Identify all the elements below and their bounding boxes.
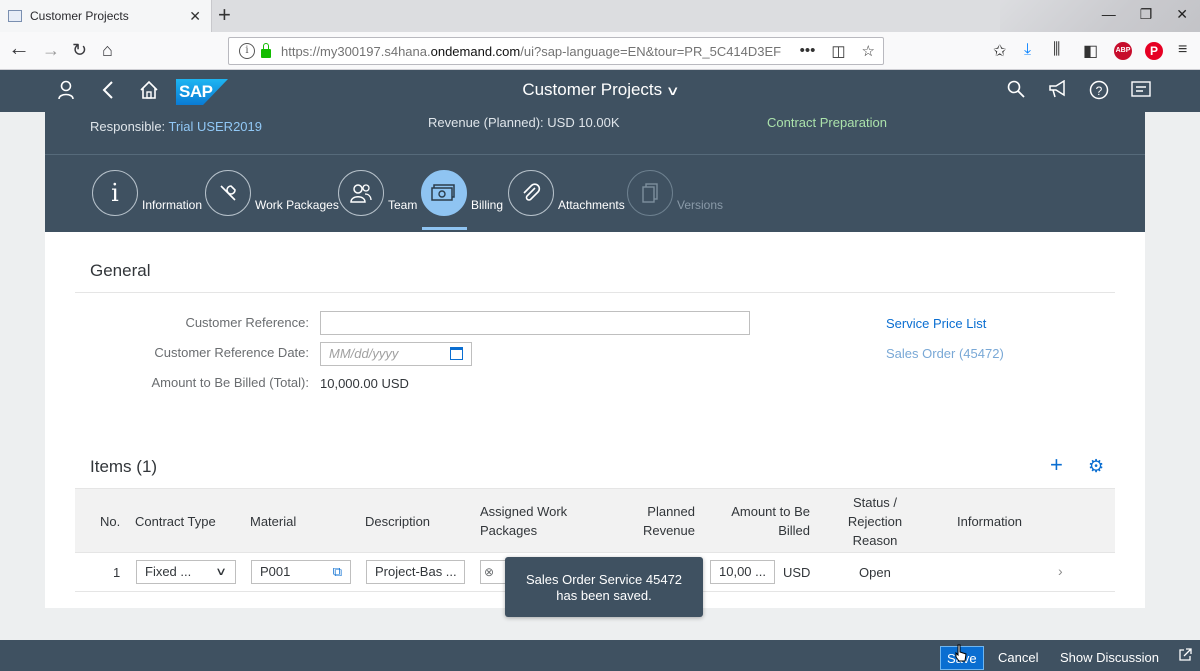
column-header-planned-revenue: Planned Revenue: [642, 504, 695, 538]
anchor-billing[interactable]: Billing: [421, 170, 503, 216]
adblock-icon[interactable]: ABP: [1114, 42, 1132, 60]
chevron-down-icon[interactable]: ∨: [666, 83, 680, 99]
row-navigation-chevron-icon[interactable]: ›: [1058, 563, 1063, 579]
browser-tab-title: Customer Projects: [30, 9, 129, 23]
info-icon: i: [92, 170, 138, 216]
help-icon[interactable]: ?: [1089, 80, 1109, 105]
anchor-team[interactable]: Team: [338, 170, 417, 216]
remove-token-icon[interactable]: ⊗: [484, 565, 494, 579]
library-icon[interactable]: ⫼: [1053, 41, 1060, 59]
site-info-icon[interactable]: i: [239, 43, 255, 59]
calendar-icon[interactable]: [450, 347, 463, 360]
service-price-list-link[interactable]: Service Price List: [886, 316, 986, 331]
value-help-icon[interactable]: ⧉: [333, 561, 342, 583]
new-tab-button[interactable]: +: [218, 4, 231, 26]
header-divider: [45, 154, 1145, 155]
bookmark-star-icon[interactable]: ☆: [862, 42, 875, 60]
customer-reference-date-input[interactable]: MM/dd/yyyy: [320, 342, 472, 366]
back-arrow-icon[interactable]: ←: [8, 37, 30, 59]
description-input[interactable]: Project-Bas ...: [366, 560, 465, 584]
sidebar-icon[interactable]: ◧: [1083, 41, 1098, 61]
search-icon[interactable]: [1007, 80, 1025, 103]
add-item-icon[interactable]: +: [1050, 454, 1063, 476]
column-header-contract-type: Contract Type: [135, 514, 216, 529]
responsible-link[interactable]: Trial USER2019: [169, 119, 262, 134]
pocket-icon[interactable]: ◫: [831, 42, 845, 60]
pinterest-icon[interactable]: P: [1145, 42, 1163, 60]
window-controls: — ❐ ✕: [1102, 6, 1188, 23]
toast-message: Sales Order Service 45472 has been saved…: [505, 557, 703, 617]
responsible-field: Responsible: Trial USER2019: [90, 119, 262, 134]
page-favicon-icon: [8, 10, 22, 22]
contract-type-select[interactable]: Fixed ... ∨: [136, 560, 236, 584]
mouse-cursor-icon: [955, 644, 967, 662]
general-section-title: General: [90, 261, 151, 280]
versions-icon: [627, 170, 673, 216]
items-table-header: No. Contract Type Material Description A…: [75, 488, 1115, 553]
status-field: Contract Preparation: [767, 115, 887, 130]
url-actions: ••• ◫ ☆: [800, 42, 875, 60]
show-discussion-button[interactable]: Show Discussion: [1060, 646, 1159, 670]
amount-to-be-billed-label: Amount to Be Billed (Total):: [151, 375, 309, 390]
row-number: 1: [113, 565, 121, 580]
customer-reference-date-label: Customer Reference Date:: [154, 345, 309, 360]
customer-reference-input[interactable]: [320, 311, 750, 335]
wrench-icon: [205, 170, 251, 216]
column-header-assigned-work-packages: Assigned Work Packages: [480, 504, 568, 538]
forward-arrow-icon[interactable]: →: [42, 40, 60, 60]
url-text[interactable]: https://my300197.s4hana.ondemand.com/ui?…: [281, 44, 801, 59]
minimize-icon[interactable]: —: [1102, 6, 1116, 23]
column-header-no: No.: [100, 514, 121, 529]
download-icon[interactable]: ⤓: [1024, 41, 1031, 59]
status-text: Contract Preparation: [767, 115, 887, 130]
reload-icon[interactable]: ↻: [72, 40, 87, 60]
notifications-list-icon[interactable]: [1131, 80, 1151, 103]
object-header: Responsible: Trial USER2019 Revenue (Pla…: [45, 112, 1145, 232]
anchor-versions[interactable]: Versions: [627, 170, 723, 216]
svg-text:?: ?: [1096, 84, 1103, 98]
page-actions-icon[interactable]: •••: [800, 42, 816, 60]
chevron-down-icon[interactable]: ∨: [215, 561, 227, 583]
menu-icon[interactable]: ≡: [1178, 41, 1187, 59]
team-icon: [338, 170, 384, 216]
anchor-attachments[interactable]: Attachments: [508, 170, 625, 216]
column-header-material: Material: [250, 514, 297, 529]
footer-toolbar: Save Cancel Show Discussion: [0, 640, 1200, 671]
cancel-button[interactable]: Cancel: [998, 646, 1038, 670]
customer-reference-label: Customer Reference:: [185, 315, 309, 330]
money-bills-icon: [421, 170, 467, 216]
url-bar[interactable]: i https://my300197.s4hana.ondemand.com/u…: [228, 37, 884, 65]
maximize-icon[interactable]: ❐: [1140, 6, 1153, 23]
currency-text: USD: [783, 565, 811, 580]
column-header-amount-to-be-billed: Amount to Be Billed: [731, 504, 810, 538]
browser-tab[interactable]: Customer Projects ✕: [0, 0, 212, 32]
lock-icon: [261, 42, 271, 58]
sap-shell-bar: SAP Customer Projects ∨ ?: [0, 70, 1200, 112]
column-header-description: Description: [365, 514, 431, 529]
home-icon[interactable]: ⌂: [102, 40, 113, 60]
active-anchor-indicator: [422, 227, 467, 230]
paperclip-icon: [508, 170, 554, 216]
anchor-work-packages[interactable]: Work Packages: [205, 170, 339, 216]
general-divider: [75, 292, 1115, 293]
settings-gear-icon[interactable]: ⚙: [1088, 457, 1104, 475]
megaphone-icon[interactable]: [1048, 79, 1068, 103]
browser-toolbar: ← → ↻ ⌂ i https://my300197.s4hana.ondema…: [0, 32, 1200, 70]
amount-to-be-billed-value: 10,000.00 USD: [320, 376, 409, 391]
revenue-field: Revenue (Planned): USD 10.00K: [428, 115, 620, 130]
close-tab-icon[interactable]: ✕: [189, 8, 201, 25]
status-text: Open: [859, 565, 891, 580]
material-input[interactable]: P001 ⧉: [251, 560, 351, 584]
starred-icon[interactable]: ✩: [993, 41, 1006, 61]
share-icon[interactable]: [1178, 646, 1192, 670]
sales-order-link[interactable]: Sales Order (45472): [886, 346, 1004, 361]
work-packages-token[interactable]: ⊗: [480, 560, 506, 584]
column-header-information: Information: [957, 514, 1023, 529]
close-window-icon[interactable]: ✕: [1176, 6, 1188, 23]
items-section-title: Items (1): [90, 457, 158, 476]
column-header-status: Status / Rejection Reason: [847, 495, 903, 548]
anchor-information[interactable]: i Information: [92, 170, 202, 216]
amount-input[interactable]: 10,00 ...: [710, 560, 775, 584]
browser-tab-bar: Customer Projects ✕ + — ❐ ✕: [0, 0, 1200, 70]
